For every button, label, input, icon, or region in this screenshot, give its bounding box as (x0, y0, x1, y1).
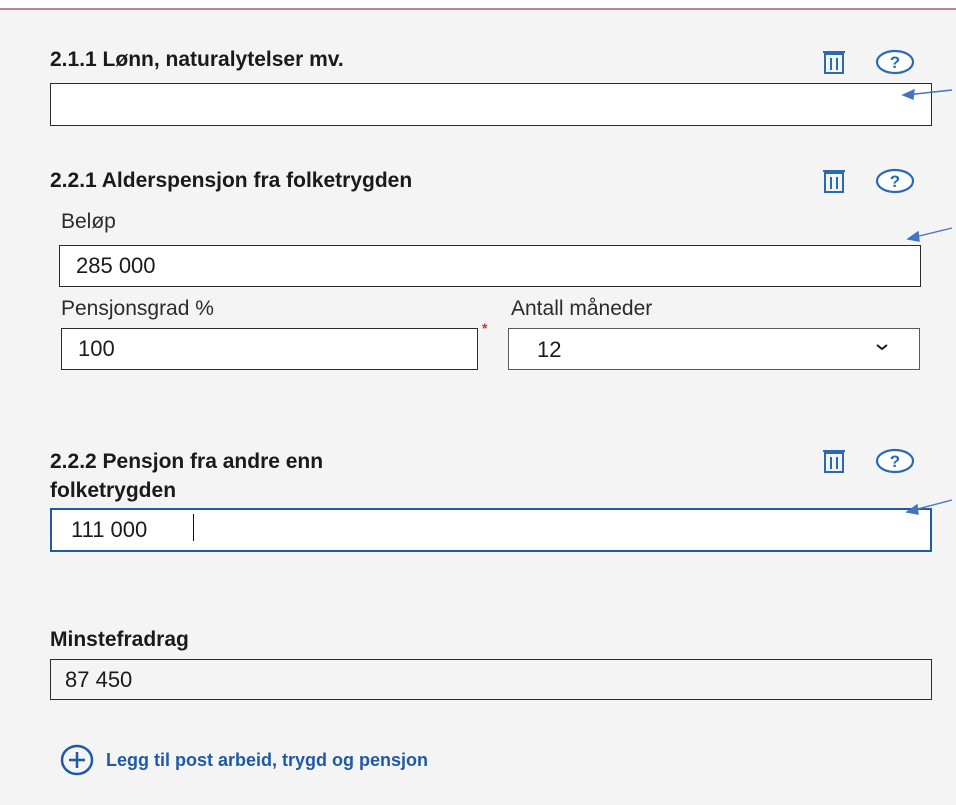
annotation-arrowhead (901, 88, 915, 100)
annotation-arrows (901, 88, 953, 515)
annotation-arrowhead (906, 230, 920, 242)
annotation-arrowhead (905, 503, 919, 515)
